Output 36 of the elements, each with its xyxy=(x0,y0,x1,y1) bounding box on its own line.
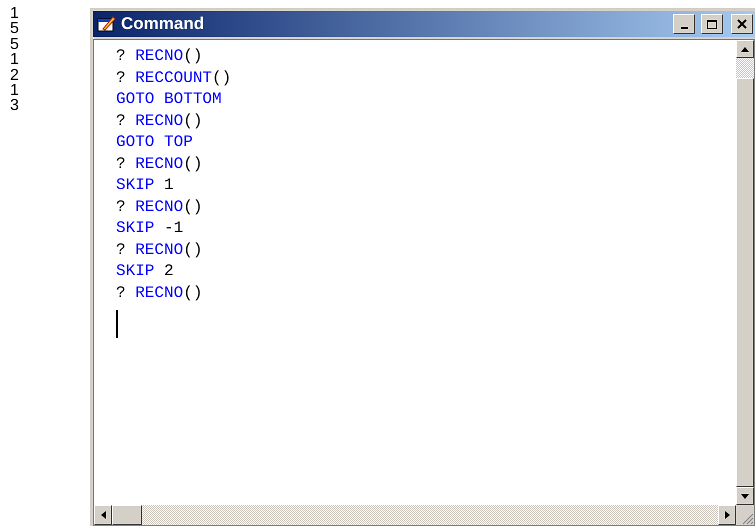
pencil-icon xyxy=(97,15,117,33)
close-button[interactable] xyxy=(731,14,753,34)
output-number: 5 xyxy=(10,21,20,37)
code-line: SKIP -1 xyxy=(116,218,184,239)
output-number: 1 xyxy=(10,52,20,68)
up-arrow-icon xyxy=(741,46,749,52)
code-line: ? RECCOUNT() xyxy=(116,68,232,88)
code-line: ? RECNO() xyxy=(116,154,204,174)
code-line: ? RECNO() xyxy=(116,196,204,218)
down-arrow-icon xyxy=(741,494,749,498)
output-number: 3 xyxy=(10,98,20,114)
scroll-thumb[interactable] xyxy=(112,505,142,525)
code-line: GOTO TOP xyxy=(116,132,194,153)
code-line: ? RECNO() xyxy=(116,46,204,67)
output-number: 1 xyxy=(10,83,20,98)
right-arrow-icon xyxy=(724,511,730,519)
code-line: SKIP 2 xyxy=(116,261,175,282)
minimize-button[interactable] xyxy=(673,14,695,34)
code-line: ? RECNO() xyxy=(116,240,204,260)
minimize-icon xyxy=(680,27,688,29)
code-line: GOTO BOTTOM xyxy=(116,89,223,110)
output-number: 5 xyxy=(10,36,20,52)
maximize-icon xyxy=(706,18,718,30)
code-line: SKIP 1 xyxy=(116,175,175,196)
code-line: ? RECNO() xyxy=(116,282,204,304)
resize-grip-icon[interactable] xyxy=(740,511,754,525)
output-number: 1 xyxy=(10,6,20,22)
horizontal-scrollbar[interactable] xyxy=(94,505,736,525)
text-caret xyxy=(116,310,118,338)
output-number: 2 xyxy=(10,68,20,84)
command-editor[interactable]: ? RECNO() ? RECCOUNT() GOTO BOTTOM ? RECNO() GOTO TOP ? RECNO() SKIP 1 ? RECNO() SKIP -1 ? RECNO() SKIP 2 ? RECNO() xyxy=(94,40,736,505)
code-line: ? RECNO() xyxy=(116,110,204,132)
left-arrow-icon xyxy=(100,511,106,519)
window-title: Command xyxy=(121,14,206,34)
maximize-button[interactable] xyxy=(701,14,723,34)
close-icon xyxy=(737,19,747,29)
